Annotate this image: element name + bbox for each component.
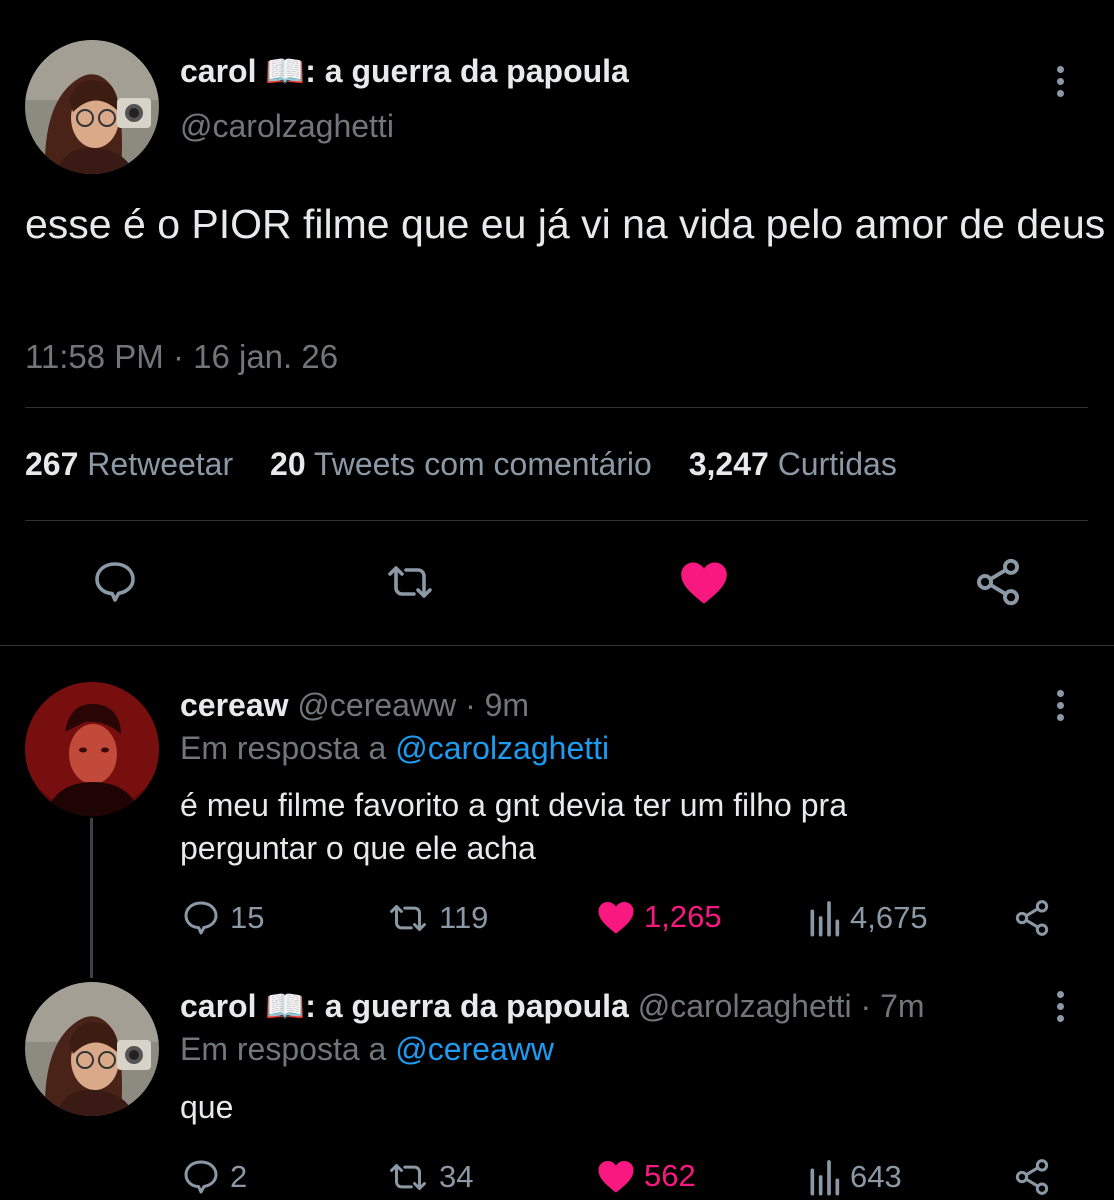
share-icon (1015, 900, 1049, 936)
likes-stat[interactable]: 3,247 Curtidas (689, 446, 897, 482)
views-count: 4,675 (850, 900, 928, 935)
reply-context-label: Em resposta a (180, 730, 387, 766)
retweet-button[interactable]: 119 (385, 898, 488, 938)
retweet-count: 119 (439, 900, 489, 935)
views-button[interactable]: 4,675 (806, 898, 928, 938)
more-icon[interactable] (1055, 991, 1065, 1022)
reply-button[interactable] (90, 558, 140, 606)
author-display-name[interactable]: carol 📖: a guerra da papoula (180, 52, 629, 90)
retweet-button[interactable]: 34 (385, 1157, 473, 1197)
reply-text: é meu filme favorito a gnt devia ter um … (180, 787, 847, 866)
retweets-label: Retweetar (87, 446, 234, 482)
avatar-portrait-image (25, 40, 159, 174)
likes-label: Curtidas (777, 446, 897, 482)
reply-avatar[interactable] (25, 682, 159, 816)
reply-to-link[interactable]: @cereaww (395, 1031, 554, 1067)
reply-handle[interactable]: @carolzaghetti (638, 988, 852, 1024)
tweet-timestamp[interactable]: 11:58 PM · 16 jan. 26 (25, 338, 338, 376)
divider (0, 645, 1114, 646)
reply-context-label: Em resposta a (180, 1031, 387, 1067)
reply-header: carol 📖: a guerra da papoula @carolzaghe… (180, 987, 925, 1025)
retweets-count: 267 (25, 446, 79, 482)
share-icon (1015, 1159, 1049, 1195)
like-icon (598, 1161, 634, 1193)
share-button[interactable] (1012, 898, 1052, 938)
views-button[interactable]: 643 (806, 1157, 902, 1197)
more-icon[interactable] (1055, 66, 1065, 97)
reply-text: que (180, 1089, 234, 1125)
like-icon (681, 562, 727, 604)
likes-count: 3,247 (688, 446, 769, 482)
views-icon (810, 901, 840, 937)
reply-time[interactable]: · 7m (861, 988, 925, 1024)
retweet-button[interactable] (382, 558, 438, 606)
divider (25, 520, 1088, 521)
reply-header: cereaw @cereaww · 9m (180, 687, 529, 724)
tweet-stats: 267 Retweetar 20 Tweets com comentário 3… (25, 446, 897, 483)
reply-display-name[interactable]: cereaw (180, 687, 289, 723)
like-icon (598, 902, 634, 934)
quotes-count: 20 (270, 446, 306, 482)
reply-button[interactable]: 15 (180, 898, 264, 938)
reply-count: 15 (230, 900, 265, 935)
views-count: 643 (850, 1159, 902, 1194)
thread-line (90, 818, 93, 978)
retweet-icon (390, 1164, 426, 1190)
quotes-label: Tweets com comentário (313, 446, 652, 482)
more-icon[interactable] (1055, 690, 1065, 721)
retweet-icon (388, 566, 432, 598)
reply-icon (95, 562, 135, 602)
retweet-icon (390, 905, 426, 931)
avatar-portrait-image (25, 682, 159, 816)
share-icon (976, 558, 1020, 606)
reply-avatar[interactable] (25, 982, 159, 1116)
views-icon (810, 1160, 840, 1196)
retweet-count: 34 (439, 1159, 474, 1194)
author-avatar[interactable] (25, 40, 159, 174)
reply-context: Em resposta a @cereaww (180, 1031, 554, 1068)
reply-time[interactable]: · 9m (465, 687, 529, 723)
reply-button[interactable]: 2 (180, 1157, 247, 1197)
reply-to-link[interactable]: @carolzaghetti (395, 730, 609, 766)
reply-handle[interactable]: @cereaww (297, 687, 456, 723)
like-button[interactable]: 562 (596, 1157, 696, 1195)
reply-icon (184, 1160, 218, 1194)
quotes-stat[interactable]: 20 Tweets com comentário (270, 446, 661, 482)
reply-icon (184, 901, 218, 935)
divider (25, 407, 1088, 408)
retweets-stat[interactable]: 267 Retweetar (25, 446, 242, 482)
reply-context: Em resposta a @carolzaghetti (180, 730, 609, 767)
like-button[interactable]: 1,265 (596, 898, 722, 936)
like-count: 562 (644, 1158, 696, 1193)
tweet-text: esse é o PIOR filme que eu já vi na vida… (25, 201, 1106, 247)
reply-count: 2 (230, 1159, 248, 1194)
like-button[interactable] (678, 558, 730, 606)
share-button[interactable] (972, 556, 1024, 608)
reply-display-name[interactable]: carol 📖: a guerra da papoula (180, 988, 629, 1024)
like-count: 1,265 (644, 899, 722, 934)
share-button[interactable] (1012, 1157, 1052, 1197)
author-handle[interactable]: @carolzaghetti (180, 108, 394, 145)
avatar-portrait-image (25, 982, 159, 1116)
